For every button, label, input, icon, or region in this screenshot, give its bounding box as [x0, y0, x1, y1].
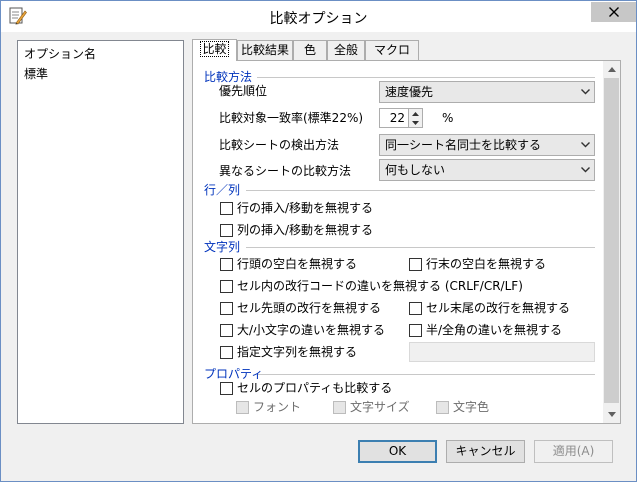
ignore-specified-string-checkbox[interactable] [220, 346, 233, 359]
ignore-cell-leading-newline-checkbox[interactable] [220, 302, 233, 315]
ignore-leading-space-checkbox[interactable] [220, 258, 233, 271]
ignore-specified-string-label: 指定文字列を無視する [237, 345, 358, 359]
list-item-standard[interactable]: 標準 [24, 65, 48, 83]
tab-general[interactable]: 全般 [327, 40, 365, 60]
compare-cell-property-label: セルのプロパティも比較する [237, 381, 393, 395]
ignore-cell-trailing-newline-checkbox[interactable] [409, 302, 422, 315]
ignore-row-insert-checkbox[interactable] [220, 202, 233, 215]
close-button[interactable] [591, 2, 636, 22]
tab-content-compare: 比較方法 優先順位 速度優先 比較対象一致率(標準22%) 22 % 比較シート… [192, 60, 621, 424]
ok-button[interactable]: OK [358, 440, 437, 463]
spin-up-icon[interactable] [409, 109, 422, 118]
match-rate-label: 比較対象一致率(標準22%) [219, 111, 364, 125]
ignore-cell-leading-newline-label: セル先頭の改行を無視する [237, 301, 382, 315]
list-header: オプション名 [24, 47, 97, 61]
diff-sheet-select[interactable]: 何もしない [379, 159, 595, 181]
ignore-newline-code-checkbox[interactable] [220, 280, 233, 293]
chevron-down-icon [581, 82, 590, 102]
compare-settings-panel: 比較方法 優先順位 速度優先 比較対象一致率(標準22%) 22 % 比較シート… [193, 61, 603, 423]
ignore-newline-code-label: セル内の改行コードの違いを無視する (CRLF/CR/LF) [237, 279, 523, 293]
option-name-list[interactable]: オプション名 標準 [17, 40, 184, 424]
ignore-trailing-space-checkbox[interactable] [409, 258, 422, 271]
tab-compare[interactable]: 比較 [192, 39, 237, 61]
divider [246, 247, 595, 248]
ignore-width-checkbox[interactable] [409, 324, 422, 337]
match-rate-input[interactable]: 22 [379, 108, 409, 128]
ignore-case-checkbox[interactable] [220, 324, 233, 337]
prop-size-checkbox[interactable] [333, 401, 346, 414]
priority-select[interactable]: 速度優先 [379, 81, 595, 103]
vertical-scrollbar[interactable] [603, 61, 620, 423]
scroll-up-icon[interactable] [603, 61, 620, 78]
chevron-down-icon [581, 135, 590, 155]
divider [258, 374, 595, 375]
prop-font-checkbox[interactable] [236, 401, 249, 414]
chevron-down-icon [581, 160, 590, 180]
ignore-string-input[interactable] [409, 342, 595, 362]
priority-label: 優先順位 [219, 84, 268, 98]
compare-cell-property-checkbox[interactable] [220, 382, 233, 395]
sheet-detect-label: 比較シートの検出方法 [219, 138, 340, 152]
prop-font-label: フォント [253, 400, 302, 414]
section-row-col: 行／列 [204, 183, 241, 197]
divider [257, 77, 595, 78]
close-icon [608, 7, 619, 17]
diff-sheet-label: 異なるシートの比較方法 [219, 164, 352, 178]
spin-down-icon[interactable] [409, 118, 422, 127]
percent-unit: % [442, 111, 454, 125]
title-bar: 比較オプション [1, 1, 636, 32]
options-dialog: 比較オプション オプション名 標準 比較 比較結果 色 全般 マクロ 比較方法 … [0, 0, 637, 482]
divider [246, 190, 595, 191]
ignore-trailing-space-label: 行末の空白を無視する [426, 257, 547, 271]
tab-macro[interactable]: マクロ [365, 40, 419, 60]
scroll-down-icon[interactable] [603, 406, 620, 423]
sheet-detect-select[interactable]: 同一シート名同士を比較する [379, 134, 595, 156]
tab-compare-result[interactable]: 比較結果 [237, 40, 293, 60]
prop-color-label: 文字色 [453, 400, 490, 414]
scrollbar-thumb[interactable] [604, 78, 619, 403]
section-string: 文字列 [204, 240, 241, 254]
ignore-case-label: 大/小文字の違いを無視する [237, 323, 386, 337]
tab-color[interactable]: 色 [293, 40, 327, 60]
ignore-col-insert-label: 列の挿入/移動を無視する [237, 223, 374, 237]
apply-button[interactable]: 適用(A) [534, 440, 613, 463]
ignore-width-label: 半/全角の違いを無視する [426, 323, 563, 337]
ignore-col-insert-checkbox[interactable] [220, 224, 233, 237]
cancel-button[interactable]: キャンセル [446, 440, 525, 463]
prop-color-checkbox[interactable] [436, 401, 449, 414]
ignore-row-insert-label: 行の挿入/移動を無視する [237, 201, 374, 215]
prop-size-label: 文字サイズ [350, 400, 410, 414]
ignore-cell-trailing-newline-label: セル末尾の改行を無視する [426, 301, 571, 315]
ignore-leading-space-label: 行頭の空白を無視する [237, 257, 358, 271]
match-rate-spinner[interactable] [408, 108, 423, 128]
window-title: 比較オプション [269, 11, 368, 27]
